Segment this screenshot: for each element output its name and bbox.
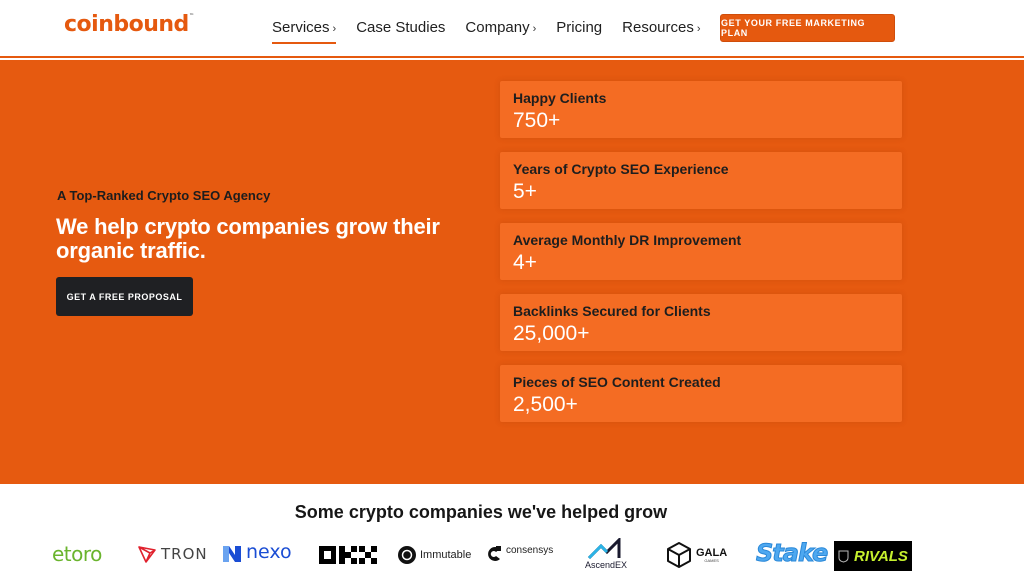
- stat-value: 25,000+: [513, 322, 590, 345]
- free-proposal-button[interactable]: GET A FREE PROPOSAL: [56, 277, 193, 316]
- okx-logo[interactable]: [319, 546, 377, 564]
- gala-logo[interactable]: GALA GAMES: [666, 541, 727, 569]
- okx-icon: [319, 546, 377, 564]
- stat-label: Average Monthly DR Improvement: [513, 232, 742, 248]
- ascendex-icon: [587, 538, 621, 560]
- gala-wordmark: GALA: [696, 546, 728, 559]
- tron-icon: [138, 546, 156, 563]
- nav-resources[interactable]: Resources ›: [622, 19, 700, 36]
- stat-card: Years of Crypto SEO Experience 5+: [500, 152, 902, 209]
- chevron-right-icon: ›: [332, 23, 337, 35]
- stat-card: Happy Clients 750+: [500, 81, 902, 138]
- nfl-shield-icon: [838, 550, 849, 563]
- rivals-wordmark: RIVALS: [854, 547, 908, 565]
- free-marketing-plan-button[interactable]: GET YOUR FREE MARKETING PLAN: [720, 14, 895, 42]
- trademark-mark: ™: [189, 13, 194, 19]
- nav-label: Pricing: [556, 19, 603, 36]
- gala-text: GALA GAMES: [696, 546, 728, 563]
- tron-logo[interactable]: TRON: [137, 544, 208, 564]
- immutable-icon: [398, 546, 416, 564]
- chevron-right-icon: ›: [696, 23, 701, 35]
- consensys-icon: [488, 546, 501, 561]
- nav-services[interactable]: Services ›: [272, 19, 337, 44]
- immutable-logo[interactable]: Immutable: [398, 546, 471, 564]
- nav-label: Company: [465, 19, 530, 36]
- stat-card: Backlinks Secured for Clients 25,000+: [500, 294, 902, 351]
- consensys-logo[interactable]: consensys: [486, 544, 553, 562]
- ascendex-logo[interactable]: AscendEX: [585, 538, 627, 570]
- nav-label: Services: [272, 19, 330, 36]
- nav-company[interactable]: Company ›: [465, 19, 536, 36]
- stake-logo[interactable]: Stake: [755, 539, 828, 568]
- stake-wordmark: Stake: [755, 539, 828, 568]
- stat-label: Pieces of SEO Content Created: [513, 374, 721, 390]
- stat-label: Years of Crypto SEO Experience: [513, 161, 729, 177]
- stat-value: 2,500+: [513, 393, 578, 416]
- gala-sub: GAMES: [704, 557, 719, 563]
- immutable-wordmark: Immutable: [420, 549, 472, 561]
- stats-list: Happy Clients 750+ Years of Crypto SEO E…: [500, 81, 902, 436]
- nfl-rivals-logo[interactable]: RIVALS: [834, 541, 912, 571]
- client-logos: etoro TRON nexo Immutable consensys Asce…: [0, 538, 1024, 576]
- stat-label: Happy Clients: [513, 90, 607, 106]
- stat-card: Average Monthly DR Improvement 4+: [500, 223, 902, 280]
- clients-heading: Some crypto companies we've helped grow: [294, 502, 668, 522]
- stat-value: 5+: [513, 180, 537, 203]
- tron-wordmark: TRON: [161, 545, 208, 563]
- hero-eyebrow: A Top-Ranked Crypto SEO Agency: [57, 188, 271, 203]
- nav-pricing[interactable]: Pricing: [556, 19, 602, 36]
- site-header: coinbound ™ Services › Case Studies Compa…: [0, 0, 1024, 58]
- etoro-wordmark: etoro: [52, 542, 102, 566]
- gala-icon: [667, 542, 691, 568]
- hero-section: A Top-Ranked Crypto SEO Agency We help c…: [0, 60, 1024, 484]
- stat-card: Pieces of SEO Content Created 2,500+: [500, 365, 902, 422]
- stat-value: 750+: [513, 109, 561, 132]
- etoro-logo[interactable]: etoro: [52, 542, 102, 566]
- stat-value: 4+: [513, 251, 537, 274]
- nexo-wordmark: nexo: [246, 541, 292, 563]
- nexo-logo[interactable]: nexo: [222, 541, 292, 563]
- hero-headline: We help crypto companies grow their orga…: [56, 214, 440, 263]
- ascendex-wordmark: AscendEX: [585, 560, 628, 570]
- stat-label: Backlinks Secured for Clients: [513, 303, 711, 319]
- brand-name: coinbound: [64, 12, 189, 37]
- consensys-wordmark: consensys: [506, 544, 554, 556]
- main-nav: Services › Case Studies Company › Pricing …: [272, 19, 721, 44]
- nav-label: Resources: [622, 19, 694, 36]
- brand-logo[interactable]: coinbound ™: [64, 12, 194, 37]
- nav-label: Case Studies: [356, 19, 446, 36]
- nav-case-studies[interactable]: Case Studies: [356, 19, 445, 36]
- nexo-icon: [223, 546, 241, 562]
- chevron-right-icon: ›: [532, 23, 537, 35]
